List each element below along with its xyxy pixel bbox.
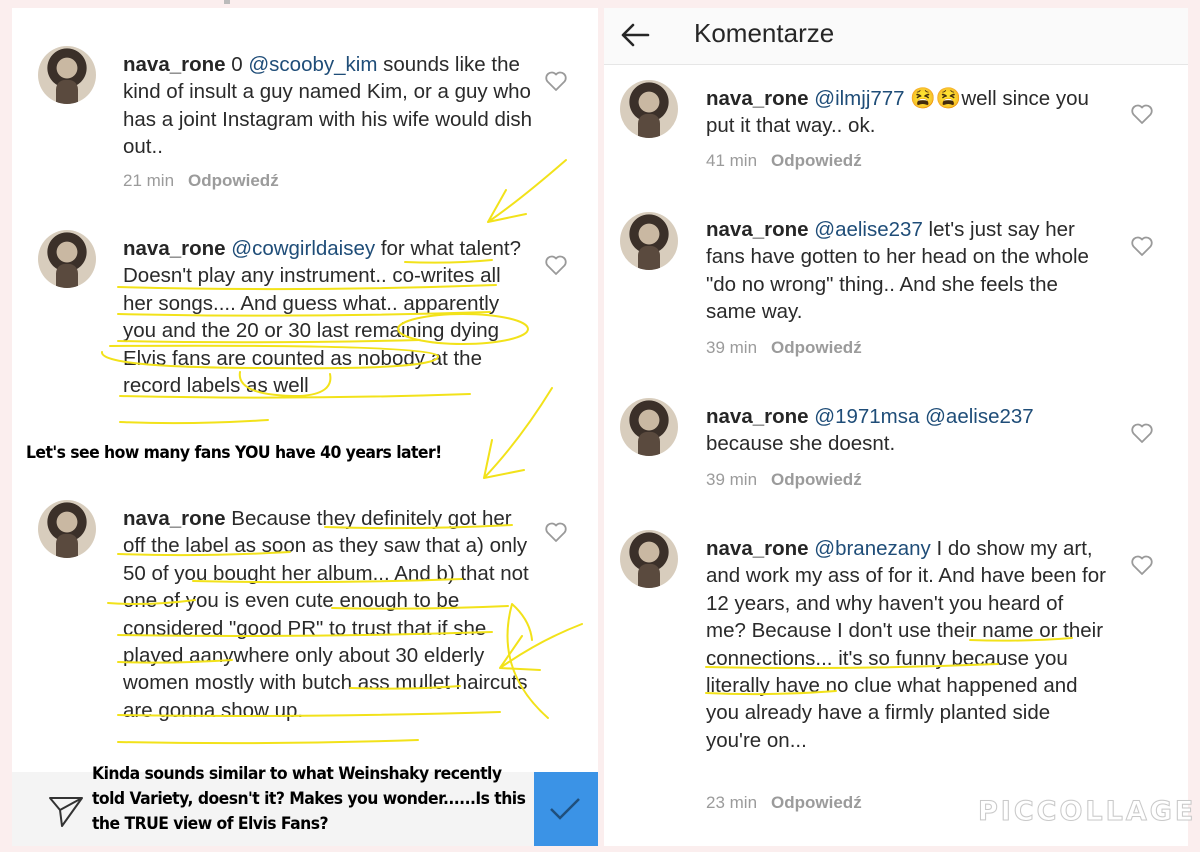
mention-link[interactable]: @aelise237: [814, 218, 923, 241]
like-heart-icon[interactable]: [1130, 421, 1154, 445]
left-comments-panel: nava_rone 0 @scooby_kim sounds like the …: [12, 8, 598, 846]
comment-meta: 39 min Odpowiedź: [706, 470, 862, 490]
reply-button[interactable]: Odpowiedź: [771, 470, 862, 489]
comment-text: nava_rone 0 @scooby_kim sounds like the …: [123, 51, 533, 161]
top-edge-mark: [224, 0, 230, 4]
page-title: Komentarze: [694, 18, 835, 48]
avatar[interactable]: [620, 80, 678, 138]
comment-text: nava_rone @1971msa @aelise237 because sh…: [706, 403, 1106, 458]
comment-body: Because they definitely got her off the …: [123, 507, 529, 722]
comment-time: 39 min: [706, 470, 758, 489]
annotation-caption: Let's see how many fans YOU have 40 year…: [26, 443, 442, 463]
avatar[interactable]: [620, 212, 678, 270]
avatar[interactable]: [620, 398, 678, 456]
annotation-caption: Kinda sounds similar to what Weinshaky r…: [92, 764, 526, 834]
comment-username[interactable]: nava_rone: [123, 53, 226, 76]
comment-body: @cowgirldaisey for what talent? Doesn't …: [123, 237, 522, 398]
send-paper-plane-icon[interactable]: [48, 794, 84, 828]
like-heart-icon[interactable]: [544, 253, 568, 277]
avatar[interactable]: [38, 500, 96, 558]
avatar[interactable]: [620, 530, 678, 588]
comment-text: nava_rone Because they definitely got he…: [123, 505, 533, 724]
avatar[interactable]: [38, 230, 96, 288]
mention-link[interactable]: @cowgirldaisey: [231, 237, 375, 260]
comment-meta: 41 min Odpowiedź: [706, 151, 862, 171]
comment-time: 41 min: [706, 151, 758, 170]
avatar[interactable]: [38, 46, 96, 104]
confirm-send-button[interactable]: [534, 772, 598, 846]
comments-header: Komentarze: [604, 8, 1188, 65]
like-heart-icon[interactable]: [1130, 553, 1154, 577]
comment-time: 21 min: [123, 171, 175, 190]
right-comments-panel: nava_rone @ilmjj777 😫😫well since you put…: [604, 8, 1188, 846]
watermark-logo: PICCOLLAGE: [978, 796, 1197, 828]
like-heart-icon[interactable]: [1130, 102, 1154, 126]
comment-time: 39 min: [706, 338, 758, 357]
mention-link[interactable]: @branezany: [814, 537, 931, 560]
comment-username[interactable]: nava_rone: [706, 87, 809, 110]
reply-button[interactable]: Odpowiedź: [771, 793, 862, 812]
reply-button[interactable]: Odpowiedź: [771, 338, 862, 357]
comment-time: 23 min: [706, 793, 758, 812]
reply-button[interactable]: Odpowiedź: [771, 151, 862, 170]
comment-username[interactable]: nava_rone: [706, 405, 809, 428]
like-heart-icon[interactable]: [544, 69, 568, 93]
mention-link[interactable]: @ilmjj777: [814, 87, 904, 110]
comment-username[interactable]: nava_rone: [123, 507, 226, 530]
comment-username[interactable]: nava_rone: [123, 237, 226, 260]
comment-username[interactable]: nava_rone: [706, 537, 809, 560]
comment-meta: 39 min Odpowiedź: [706, 338, 862, 358]
mention-link[interactable]: @scooby_kim: [248, 53, 377, 76]
comment-text: nava_rone @cowgirldaisey for what talent…: [123, 235, 523, 399]
like-heart-icon[interactable]: [544, 520, 568, 544]
reply-button[interactable]: Odpowiedź: [188, 171, 279, 190]
comment-text: nava_rone @aelise237 let's just say her …: [706, 216, 1106, 326]
like-heart-icon[interactable]: [1130, 234, 1154, 258]
mention-link[interactable]: @1971msa @aelise237: [814, 405, 1033, 428]
comment-meta: 23 min Odpowiedź: [706, 793, 862, 813]
comment-text: nava_rone @branezany I do show my art, a…: [706, 535, 1106, 754]
comment-username[interactable]: nava_rone: [706, 218, 809, 241]
checkmark-icon: [550, 798, 580, 820]
comment-body: @branezany I do show my art, and work my…: [706, 537, 1106, 752]
comment-meta: 21 min Odpowiedź: [123, 171, 279, 191]
comment-text: nava_rone @ilmjj777 😫😫well since you put…: [706, 85, 1106, 140]
back-arrow-icon[interactable]: [620, 22, 650, 48]
